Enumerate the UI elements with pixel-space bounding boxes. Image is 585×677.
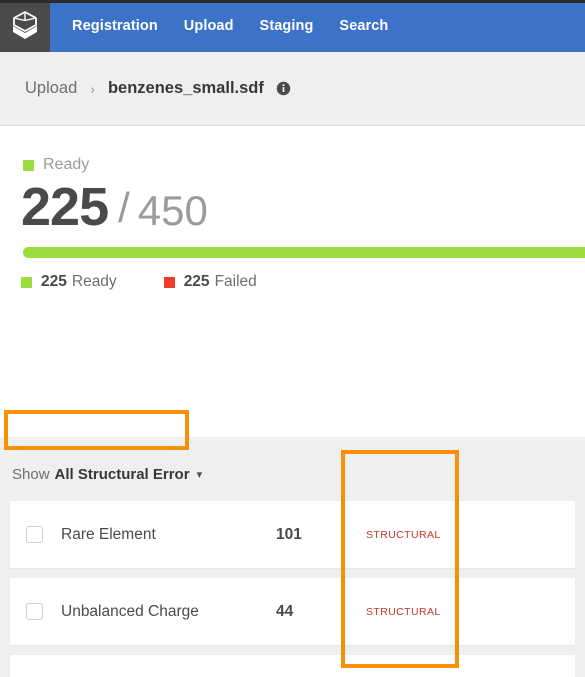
row-checkbox[interactable] xyxy=(26,526,43,543)
filter-selected-value: All Structural Error xyxy=(54,465,190,483)
upload-status-panel: Ready 225/450 225 Ready 225 Failed xyxy=(0,126,585,437)
status-label: Ready xyxy=(43,156,90,173)
app-logo[interactable] xyxy=(0,0,50,52)
count-separator: / xyxy=(118,184,130,231)
legend-failed-count: 225 xyxy=(183,273,210,290)
total-count: 450 xyxy=(137,187,208,234)
nav-item-registration[interactable]: Registration xyxy=(72,19,158,34)
top-navigation-bar: Registration Upload Staging Search xyxy=(0,0,585,52)
legend-failed-label: Failed xyxy=(214,273,257,290)
show-filter-dropdown[interactable]: Show All Structural Error ▾ xyxy=(12,465,202,484)
nav-item-upload[interactable]: Upload xyxy=(184,19,234,34)
error-type-tag: STRUCTURAL xyxy=(366,605,441,618)
table-row[interactable]: Unbalanced Charge 44 STRUCTURAL xyxy=(10,578,575,645)
status-legend: 225 Ready 225 Failed xyxy=(21,273,304,291)
table-row[interactable]: Positively Charged Structure 7 STRUCTURA… xyxy=(10,655,575,677)
filter-prefix-label: Show xyxy=(12,465,50,483)
nav-item-search[interactable]: Search xyxy=(339,19,388,34)
breadcrumb-parent-link[interactable]: Upload xyxy=(25,79,77,98)
nav-item-staging[interactable]: Staging xyxy=(260,19,314,34)
ready-count: 225 xyxy=(21,177,109,237)
green-square-icon xyxy=(21,276,32,288)
legend-item-failed: 225 Failed xyxy=(163,273,257,291)
app-page: Registration Upload Staging Search Uploa… xyxy=(0,0,585,677)
progress-bar-track xyxy=(23,247,585,258)
error-table-section: Show All Structural Error ▾ Rare Element… xyxy=(0,437,585,677)
green-square-icon xyxy=(23,159,34,171)
progress-bar-fill xyxy=(23,247,585,258)
error-row-list: Rare Element 101 STRUCTURAL Unbalanced C… xyxy=(0,501,585,677)
error-count: 101 xyxy=(276,525,302,543)
status-badge: Ready xyxy=(0,156,585,174)
breadcrumb: Upload › benzenes_small.sdf xyxy=(0,52,585,126)
error-count: 44 xyxy=(276,602,294,620)
record-count-summary: 225/450 xyxy=(0,180,585,234)
nav-item-list: Registration Upload Staging Search xyxy=(50,0,388,52)
error-name: Rare Element xyxy=(61,525,156,543)
red-square-icon xyxy=(163,276,175,288)
row-checkbox[interactable] xyxy=(26,603,43,620)
cube-upload-logo-icon xyxy=(10,10,40,42)
legend-ready-label: Ready xyxy=(71,273,117,290)
window-top-strip xyxy=(0,0,585,3)
info-circle-icon[interactable] xyxy=(276,81,291,96)
legend-item-ready: 225 Ready xyxy=(21,273,117,291)
error-name: Unbalanced Charge xyxy=(61,602,199,620)
error-type-tag: STRUCTURAL xyxy=(366,528,441,541)
legend-ready-count: 225 xyxy=(41,273,67,290)
filter-row: Show All Structural Error ▾ xyxy=(0,459,585,489)
breadcrumb-separator-icon: › xyxy=(90,80,95,97)
chevron-down-icon: ▾ xyxy=(196,468,203,481)
breadcrumb-current-file: benzenes_small.sdf xyxy=(107,79,264,97)
table-row[interactable]: Rare Element 101 STRUCTURAL xyxy=(10,501,575,568)
